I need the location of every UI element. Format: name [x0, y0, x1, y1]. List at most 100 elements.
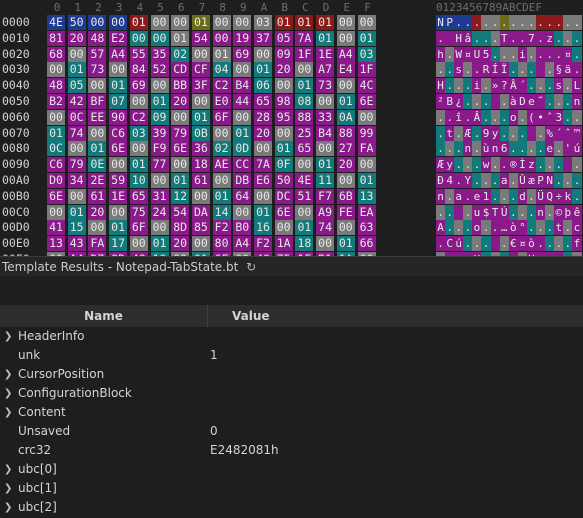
ascii-char[interactable]: Ï — [499, 62, 509, 78]
ascii-char[interactable]: . — [517, 30, 527, 46]
ascii-char[interactable]: . — [572, 62, 582, 78]
hex-byte[interactable]: 19 — [233, 30, 252, 46]
ascii-row[interactable]: . Hâ...T..7.z... — [436, 30, 582, 46]
ascii-row[interactable]: h. W ¤ U 5... i.... ¤. — [436, 46, 582, 62]
ascii-char[interactable]: u — [472, 204, 482, 220]
ascii-char[interactable]: . — [463, 62, 473, 78]
ascii-char[interactable]: . — [545, 204, 555, 220]
hex-byte[interactable]: D0 — [47, 173, 65, 188]
ascii-char[interactable]: . — [517, 109, 527, 125]
hex-byte[interactable]: FA — [357, 141, 376, 157]
hex-byte[interactable]: 01 — [316, 15, 335, 30]
hex-byte[interactable]: 12 — [171, 188, 190, 204]
ascii-char[interactable]: T — [499, 30, 509, 46]
hex-byte[interactable]: 6E — [274, 204, 293, 220]
hex-byte[interactable]: 98 — [274, 94, 293, 109]
hex-byte[interactable]: 00 — [109, 62, 128, 78]
ascii-char[interactable] — [563, 157, 573, 173]
hex-byte[interactable]: 01 — [357, 173, 376, 188]
hex-byte[interactable]: E4 — [336, 62, 355, 78]
ascii-char[interactable]: . — [472, 125, 482, 141]
ascii-char[interactable]: . — [499, 46, 509, 62]
template-row[interactable]: unk 1 — [0, 346, 583, 365]
ascii-char[interactable]: ® — [508, 157, 518, 173]
ascii-char[interactable]: . — [445, 220, 455, 236]
hex-byte[interactable]: 73 — [316, 78, 335, 94]
hex-byte[interactable]: 80 — [212, 236, 231, 252]
ascii-char[interactable]: . — [554, 236, 564, 252]
hex-byte[interactable]: 00 — [336, 15, 355, 30]
hex-byte[interactable]: FA — [88, 236, 107, 252]
ascii-char[interactable]: e — [472, 188, 482, 204]
ascii-char[interactable]: . — [472, 236, 482, 252]
hex-byte[interactable]: 77 — [150, 157, 169, 173]
template-row[interactable]: ❯ ubc[1] — [0, 479, 583, 498]
hex-byte[interactable]: 66 — [357, 236, 376, 252]
hex-byte[interactable]: 00 — [274, 125, 293, 141]
ascii-char[interactable]: ? — [499, 78, 509, 94]
ascii-char[interactable]: h — [436, 46, 446, 62]
ascii-char[interactable]: n — [572, 94, 582, 109]
hex-byte[interactable]: 09 — [274, 46, 293, 62]
ascii-char[interactable]: 9 — [481, 125, 491, 141]
hex-byte[interactable]: 4E — [295, 173, 314, 188]
hex-byte[interactable]: 00 — [88, 78, 107, 94]
ascii-char[interactable]: % — [545, 125, 555, 141]
ascii-char[interactable]: ( — [526, 109, 537, 125]
ascii-char[interactable]: ° — [517, 220, 527, 236]
ascii-char[interactable]: . — [445, 78, 455, 94]
hex-byte[interactable]: 65 — [129, 188, 148, 204]
ascii-char[interactable]: . — [508, 125, 518, 141]
hex-byte[interactable]: 00 — [129, 141, 148, 157]
ascii-char[interactable]: s — [454, 62, 464, 78]
ascii-char[interactable]: y — [445, 157, 455, 173]
expand-chevron-icon[interactable]: ❯ — [4, 327, 12, 346]
ascii-char[interactable]: . — [554, 157, 564, 173]
hex-byte[interactable]: 00 — [357, 109, 376, 125]
hex-byte[interactable]: 0B — [191, 125, 210, 141]
ascii-char[interactable]: U — [472, 46, 482, 62]
hex-byte[interactable]: 00 — [150, 15, 169, 30]
hex-byte[interactable]: 01 — [336, 236, 355, 252]
hex-byte[interactable]: 6F — [212, 109, 231, 125]
ascii-char[interactable]: 5 — [481, 46, 491, 62]
ascii-char[interactable]: Ì — [517, 157, 527, 173]
hex-byte[interactable]: B2 — [47, 94, 65, 109]
ascii-char[interactable]: . — [436, 62, 446, 78]
ascii-char[interactable]: þ — [563, 204, 573, 220]
hex-byte[interactable]: 00 — [316, 236, 335, 252]
hex-byte[interactable]: 59 — [109, 173, 128, 188]
refresh-icon[interactable]: ↻ — [246, 260, 256, 274]
hex-byte[interactable]: 18 — [295, 236, 314, 252]
hex-byte[interactable]: 42 — [67, 94, 86, 109]
ascii-char[interactable]: . — [463, 204, 473, 220]
expand-chevron-icon[interactable]: ❯ — [4, 365, 12, 384]
hex-byte[interactable]: 00 — [316, 94, 335, 109]
hex-byte[interactable]: E2 — [109, 30, 128, 46]
ascii-char[interactable]: ä — [563, 62, 573, 78]
ascii-char[interactable]: . — [490, 173, 500, 188]
ascii-char[interactable]: . — [563, 173, 573, 188]
hex-byte[interactable]: C2 — [212, 78, 231, 94]
hex-byte[interactable]: 61 — [191, 173, 210, 188]
ascii-char[interactable]: . — [454, 173, 464, 188]
hex-byte[interactable]: 20 — [274, 62, 293, 78]
hex-byte[interactable]: 01 — [129, 157, 148, 173]
ascii-char[interactable]: . — [445, 62, 455, 78]
ascii-char[interactable]: . — [508, 46, 518, 62]
hex-byte[interactable]: BF — [88, 94, 107, 109]
hex-byte[interactable]: 00 — [274, 220, 293, 236]
ascii-char[interactable]: . — [536, 141, 546, 157]
ascii-char[interactable]: . — [454, 125, 464, 141]
ascii-char[interactable]: . — [545, 236, 555, 252]
hex-byte[interactable]: 1E — [316, 46, 335, 62]
ascii-char[interactable]: . — [445, 204, 455, 220]
hex-byte[interactable]: 6E — [171, 141, 190, 157]
hex-byte[interactable]: 8D — [171, 220, 190, 236]
ascii-char[interactable]: . — [499, 188, 509, 204]
ascii-char[interactable]: ² — [436, 94, 446, 109]
hex-byte[interactable]: 00 — [191, 188, 210, 204]
hex-byte[interactable]: 01 — [295, 78, 314, 94]
ascii-char[interactable]: 3 — [554, 109, 564, 125]
hex-byte[interactable]: B0 — [233, 220, 252, 236]
